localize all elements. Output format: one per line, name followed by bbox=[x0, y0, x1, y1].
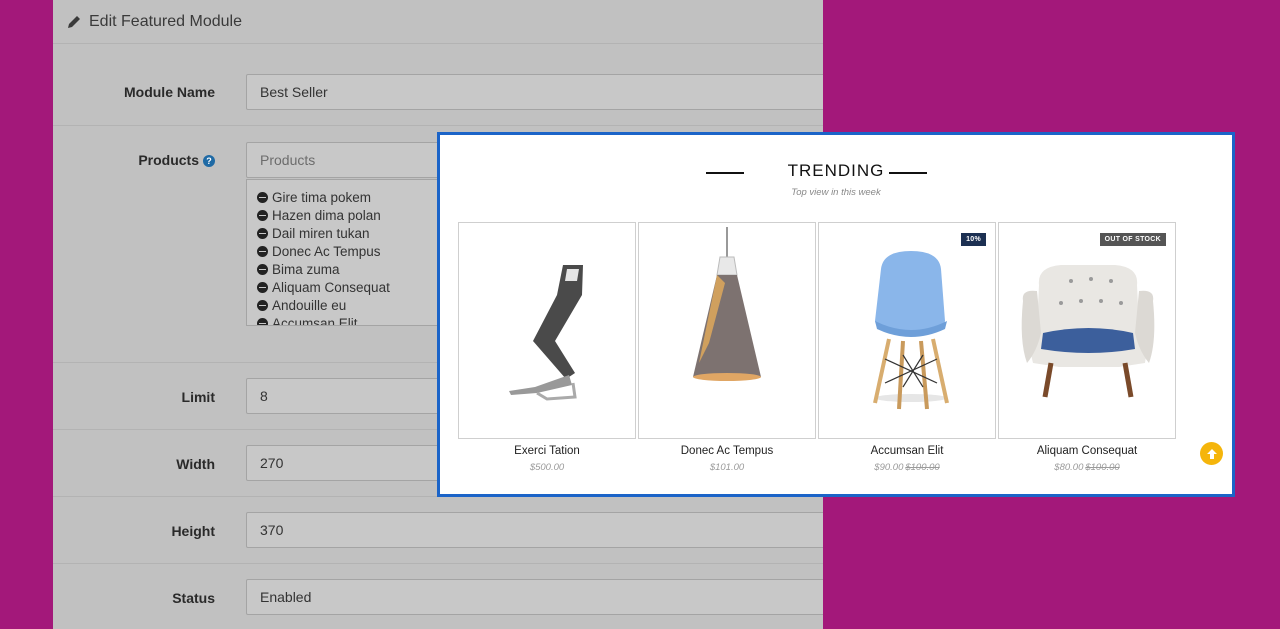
remove-item-icon[interactable] bbox=[257, 227, 268, 239]
panel-header: Edit Featured Module bbox=[53, 0, 823, 44]
module-name-input[interactable]: Best Seller bbox=[246, 74, 823, 110]
product-name[interactable]: Accumsan Elit bbox=[818, 445, 996, 459]
product-price: $80.00 $100.00 bbox=[1054, 462, 1120, 473]
products-label: Products? bbox=[138, 152, 215, 168]
product-price: $101.00 bbox=[709, 462, 745, 473]
title-divider-right bbox=[889, 172, 927, 174]
trending-title: TRENDING bbox=[787, 161, 885, 180]
pencil-icon bbox=[68, 15, 80, 28]
remove-item-icon[interactable] bbox=[257, 209, 268, 221]
product-name[interactable]: Aliquam Consequat bbox=[998, 445, 1176, 459]
remove-item-icon[interactable] bbox=[257, 281, 268, 293]
limit-label: Limit bbox=[181, 389, 215, 405]
product-name[interactable]: Exerci Tation bbox=[458, 445, 636, 459]
discount-badge: 10% bbox=[961, 233, 986, 246]
panel-title: Edit Featured Module bbox=[89, 12, 242, 30]
module-name-row: Module Name Best Seller bbox=[53, 44, 823, 126]
product-name[interactable]: Donec Ac Tempus bbox=[638, 445, 816, 459]
height-row: Height 370 bbox=[53, 497, 823, 564]
product-price: $500.00 bbox=[529, 462, 565, 473]
scroll-top-button[interactable] bbox=[1200, 442, 1223, 465]
old-price: $100.00 bbox=[1085, 462, 1120, 473]
product-price: $90.00 $100.00 bbox=[874, 462, 940, 473]
out-of-stock-badge: OUT OF STOCK bbox=[1099, 233, 1166, 246]
trending-preview: TRENDING Top view in this week Exerci Ta… bbox=[437, 132, 1235, 497]
status-select[interactable]: Enabled bbox=[246, 579, 823, 615]
product-card[interactable]: 10% Accumsan Elit $90.00 $100.00 bbox=[818, 222, 996, 473]
status-label: Status bbox=[172, 590, 215, 606]
trending-subtitle: Top view in this week bbox=[791, 187, 881, 198]
remove-item-icon[interactable] bbox=[257, 245, 268, 257]
scroll-top-icon bbox=[1206, 448, 1217, 459]
product-card[interactable]: OUT OF STOCK Aliquam Consequat $80.00 $10… bbox=[998, 222, 1176, 473]
remove-item-icon[interactable] bbox=[257, 317, 268, 325]
width-label: Width bbox=[176, 456, 215, 472]
product-image[interactable]: 10% bbox=[818, 222, 996, 439]
product-image[interactable]: OUT OF STOCK bbox=[998, 222, 1176, 439]
remove-item-icon[interactable] bbox=[257, 263, 268, 275]
product-image[interactable] bbox=[638, 222, 816, 439]
remove-item-icon[interactable] bbox=[257, 299, 268, 311]
product-image[interactable] bbox=[458, 222, 636, 439]
height-label: Height bbox=[171, 523, 215, 539]
height-input[interactable]: 370 bbox=[246, 512, 823, 548]
help-icon[interactable]: ? bbox=[203, 155, 215, 167]
product-card[interactable]: Exerci Tation $500.00 bbox=[458, 222, 636, 473]
status-row: Status Enabled bbox=[53, 564, 823, 629]
module-name-label: Module Name bbox=[123, 84, 215, 100]
old-price: $100.00 bbox=[905, 462, 940, 473]
product-card[interactable]: Donec Ac Tempus $101.00 bbox=[638, 222, 816, 473]
remove-item-icon[interactable] bbox=[257, 191, 268, 203]
